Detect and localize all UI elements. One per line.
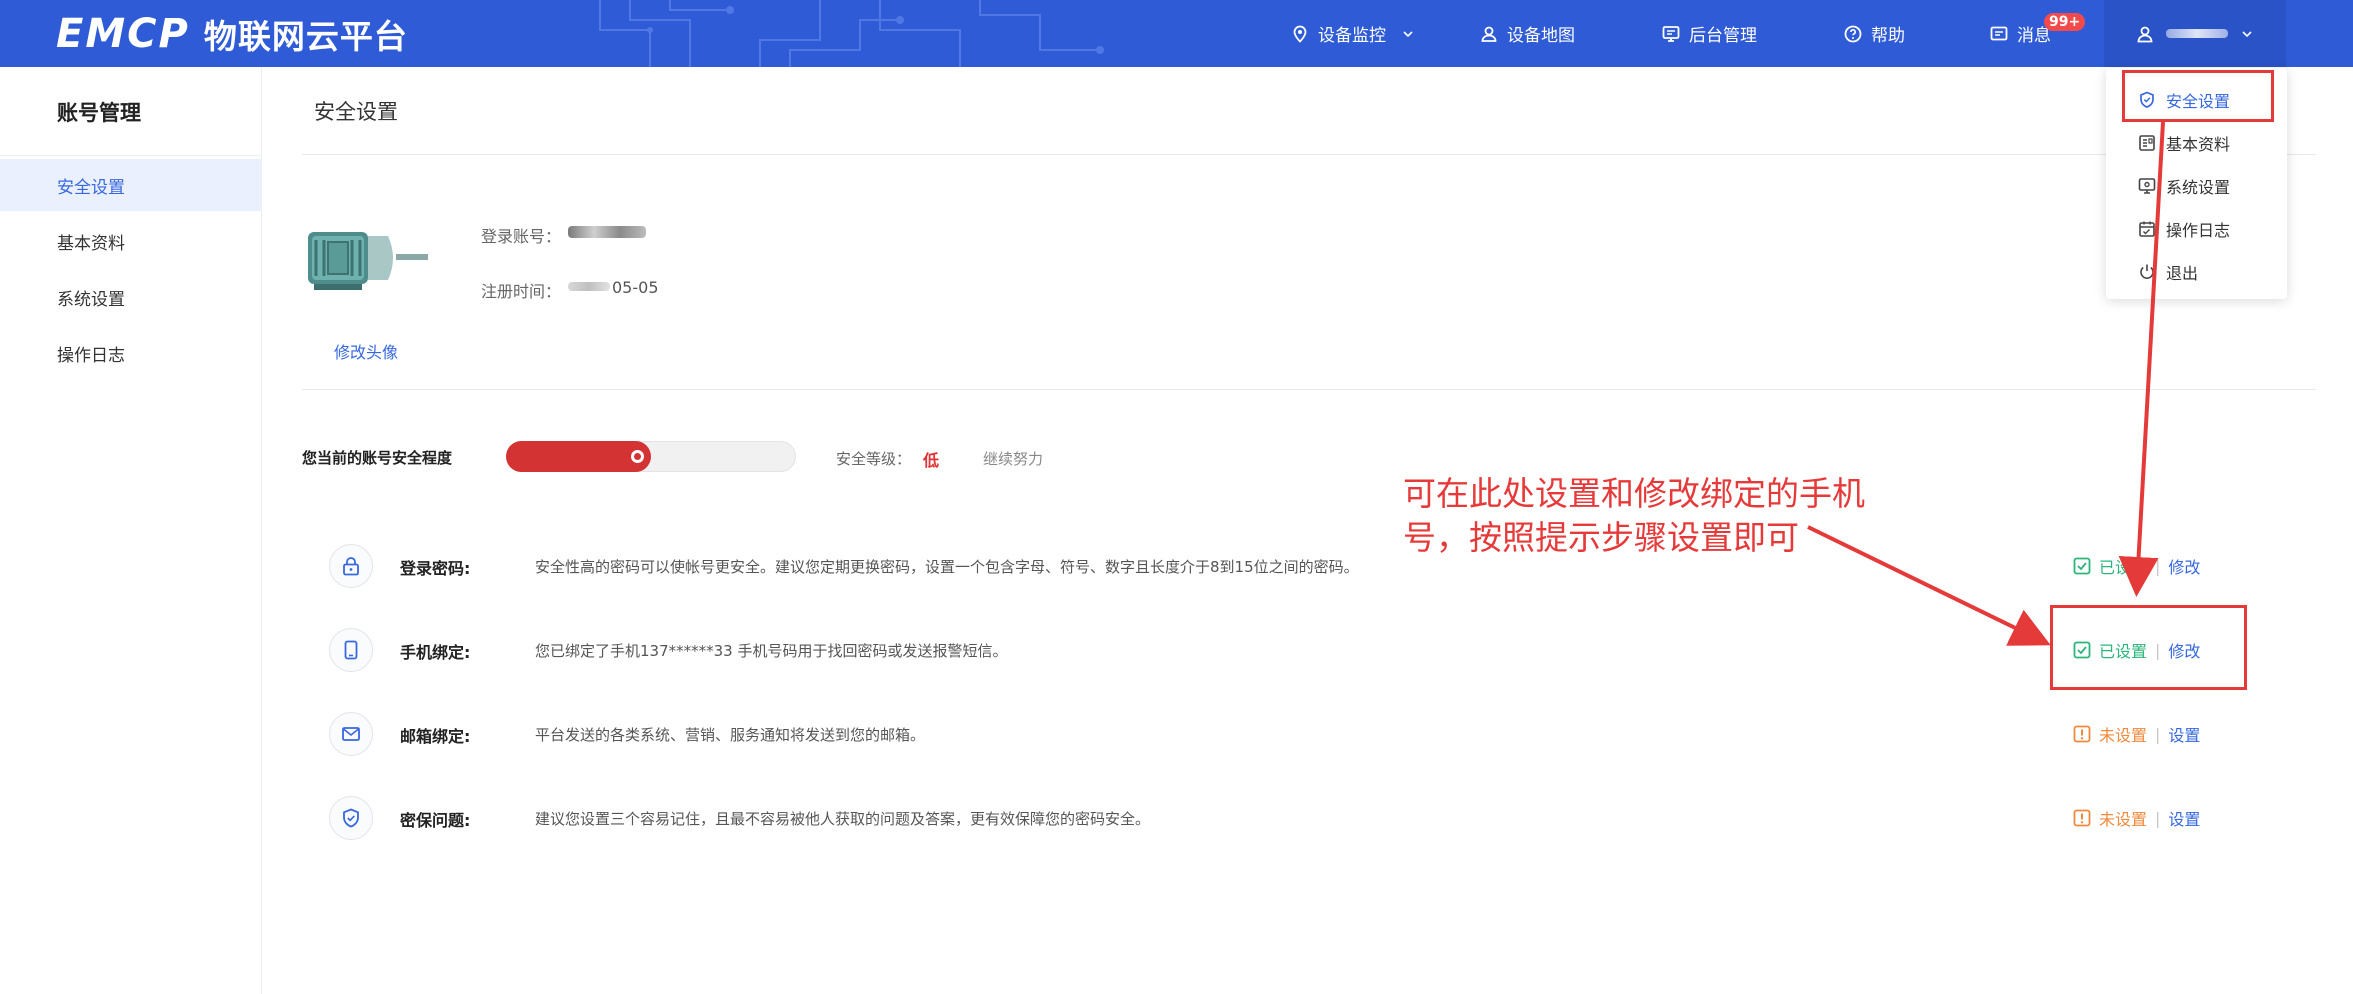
annotation-arrows [1807,121,2165,646]
email-binding-title: 邮箱绑定: [400,727,471,746]
warning-square-icon [2073,725,2091,743]
menu-item-system-settings[interactable]: 系统设置 [2138,174,2230,198]
check-square-icon [2073,557,2091,575]
monitor-icon [1662,25,1680,42]
login-password-status: 已设置 | 修改 [2073,554,2200,578]
sidebar-item-operation-log[interactable]: 操作日志 [0,327,262,379]
separator: | [2155,808,2161,828]
menu-item-operation-log[interactable]: 操作日志 [2138,217,2230,241]
login-password-desc: 安全性高的密码可以使帐号更安全。建议您定期更换密码，设置一个包含字母、符号、数字… [535,558,1359,576]
calendar-log-icon [2139,221,2155,237]
top-navigation-bar: EMCP 物联网云平台 设备监控 设备地图 后台管理 帮助 消息 99+ [0,0,2353,67]
shield-check-icon [329,796,373,840]
username-redacted [2166,29,2228,38]
status-text: 未设置 [2099,726,2148,745]
security-question-title: 密保问题: [400,811,471,830]
register-year-redacted [568,282,610,291]
menu-item-basic-info[interactable]: 基本资料 [2138,131,2230,155]
account-value-redacted [568,226,646,238]
progress-knob [631,450,644,463]
register-date: 05-05 [612,278,659,297]
security-level-label: 安全等级： [836,450,912,468]
warning-square-icon [2073,809,2091,827]
phone-icon [329,628,373,672]
sidebar-item-system-settings[interactable]: 系统设置 [0,271,262,323]
security-progress-bar [506,441,796,472]
nav-label: 设备地图 [1507,26,1575,46]
security-question-desc: 建议您设置三个容易记住，且最不容易被他人获取的问题及答案，更有效保障您的密码安全… [535,810,1151,828]
sidebar-item-basic-info[interactable]: 基本资料 [0,215,262,267]
login-password-title: 登录密码: [400,559,471,578]
phone-binding-desc: 您已绑定了手机137******33 手机号码用于找回密码或发送报警短信。 [535,642,1008,660]
separator: | [2155,556,2161,576]
lock-icon [329,544,373,588]
nav-admin[interactable]: 后台管理 [1662,0,1757,67]
menu-item-label: 基本资料 [2166,135,2231,154]
message-icon [1990,26,2008,40]
message-count-badge: 99+ [2044,13,2086,31]
brand[interactable]: EMCP 物联网云平台 [56,10,408,58]
security-progress-fill [506,441,651,472]
nav-device-map[interactable]: 设备地图 [1480,0,1575,67]
security-degree-label: 您当前的账号安全程度 [302,449,453,467]
user-menu-trigger[interactable] [2104,0,2286,67]
logo-text: EMCP [56,11,190,57]
person-map-icon [1481,26,1497,42]
sidebar: 账号管理 安全设置 基本资料 系统设置 操作日志 [0,67,262,994]
status-text: 未设置 [2099,810,2148,829]
security-question-status: 未设置 | 设置 [2073,806,2200,830]
sidebar-item-security-settings[interactable]: 安全设置 [0,159,262,211]
user-icon [2137,26,2153,42]
platform-name: 物联网云平台 [203,17,408,56]
chevron-down-icon [2242,30,2252,37]
profile-card-icon [2139,135,2155,151]
mail-icon [329,712,373,756]
phone-binding-title: 手机绑定: [400,643,471,662]
email-binding-desc: 平台发送的各类系统、营销、服务通知将发送到您的邮箱。 [535,726,926,744]
page-title: 安全设置 [314,100,398,124]
power-icon [2140,264,2154,279]
nav-messages[interactable]: 消息 [1990,0,2051,67]
nav-label: 帮助 [1871,26,1905,46]
highlight-box-phone-status [2050,605,2247,690]
set-email-link[interactable]: 设置 [2168,722,2200,746]
nav-device-monitor[interactable]: 设备监控 [1291,0,1415,67]
email-binding-status: 未设置 | 设置 [2073,722,2200,746]
nav-label: 后台管理 [1689,26,1757,46]
sidebar-title: 账号管理 [57,101,141,125]
menu-item-label: 操作日志 [2166,221,2231,240]
divider [302,389,2316,390]
menu-item-logout[interactable]: 退出 [2138,260,2198,284]
change-avatar-link[interactable]: 修改头像 [334,339,398,363]
register-time-label: 注册时间： [481,282,562,301]
security-hint: 继续努力 [983,450,1044,468]
security-level-value: 低 [923,451,940,470]
location-pin-icon [1293,25,1307,43]
account-label: 登录账号： [481,227,562,246]
modify-password-link[interactable]: 修改 [2168,554,2200,578]
help-circle-icon [1844,25,1862,42]
separator: | [2155,724,2161,744]
divider [0,155,262,156]
menu-item-label: 退出 [2166,264,2199,283]
status-text: 已设置 [2099,558,2148,577]
menu-item-label: 系统设置 [2166,178,2231,197]
divider [302,154,2316,155]
device-avatar-image[interactable] [302,222,432,294]
annotation-text: 可在此处设置和修改绑定的手机号，按照提示步骤设置即可 [1403,474,1865,557]
nav-label: 设备监控 [1318,26,1386,46]
chevron-down-icon [1403,30,1413,37]
set-security-question-link[interactable]: 设置 [2168,806,2200,830]
circuit-decoration [599,0,1104,67]
nav-help[interactable]: 帮助 [1844,0,1905,67]
highlight-box-security-menu [2122,70,2274,122]
settings-screen-icon [2138,178,2156,194]
